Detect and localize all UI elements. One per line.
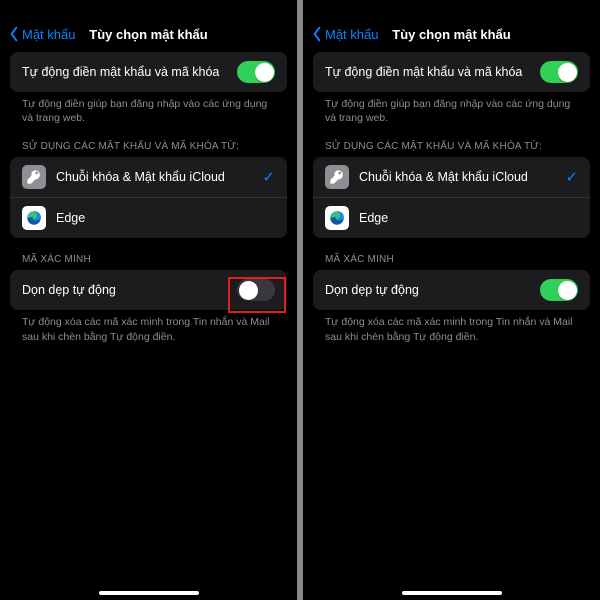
home-indicator (99, 591, 199, 595)
autofill-toggle-row[interactable]: Tự động điền mật khẩu và mã khóa (10, 52, 287, 92)
home-indicator (402, 591, 502, 595)
sources-header: SỬ DỤNG CÁC MẬT KHẨU VÀ MÃ KHÓA TỪ: (313, 125, 590, 157)
cleanup-footer: Tự động xóa các mã xác minh trong Tin nh… (313, 310, 590, 343)
autofill-label: Tự động điền mật khẩu và mã khóa (325, 65, 522, 79)
autofill-footer: Tự động điền giúp bạn đăng nhập vào các … (313, 92, 590, 125)
check-icon: ✓ (565, 168, 578, 186)
nav-bar: Mật khẩu Tùy chọn mật khẩu (0, 20, 297, 52)
keychain-icon (325, 165, 349, 189)
phone-right: Mật khẩu Tùy chọn mật khẩu Tự động điền … (303, 0, 600, 600)
check-icon: ✓ (262, 168, 275, 186)
verification-header: MÃ XÁC MINH (313, 238, 590, 270)
keychain-icon (22, 165, 46, 189)
cleanup-label: Dọn dẹp tự động (325, 283, 419, 297)
sources-group: Chuỗi khóa & Mật khẩu iCloud ✓ Edge (10, 157, 287, 238)
source-icloud-row[interactable]: Chuỗi khóa & Mật khẩu iCloud ✓ (10, 157, 287, 197)
status-bar (0, 0, 297, 20)
source-icloud-label: Chuỗi khóa & Mật khẩu iCloud (56, 170, 225, 184)
cleanup-toggle-row[interactable]: Dọn dẹp tự động (10, 270, 287, 310)
source-edge-row[interactable]: Edge (313, 197, 590, 238)
autofill-label: Tự động điền mật khẩu và mã khóa (22, 65, 219, 79)
source-icloud-label: Chuỗi khóa & Mật khẩu iCloud (359, 170, 528, 184)
back-button[interactable]: Mật khẩu (8, 26, 75, 42)
content-area: Tự động điền mật khẩu và mã khóa Tự động… (303, 52, 600, 344)
autofill-toggle[interactable] (540, 61, 578, 83)
content-area: Tự động điền mật khẩu và mã khóa Tự động… (0, 52, 297, 344)
source-edge-row[interactable]: Edge (10, 197, 287, 238)
verification-header: MÃ XÁC MINH (10, 238, 287, 270)
chevron-left-icon (311, 26, 323, 42)
back-label: Mật khẩu (22, 27, 75, 42)
autofill-footer: Tự động điền giúp bạn đăng nhập vào các … (10, 92, 287, 125)
status-bar (303, 0, 600, 20)
cleanup-label: Dọn dẹp tự động (22, 283, 116, 297)
sources-group: Chuỗi khóa & Mật khẩu iCloud ✓ Edge (313, 157, 590, 238)
back-button[interactable]: Mật khẩu (311, 26, 378, 42)
source-edge-label: Edge (359, 211, 388, 225)
chevron-left-icon (8, 26, 20, 42)
cleanup-toggle[interactable] (540, 279, 578, 301)
autofill-toggle[interactable] (237, 61, 275, 83)
back-label: Mật khẩu (325, 27, 378, 42)
cleanup-toggle[interactable] (237, 279, 275, 301)
sources-header: SỬ DỤNG CÁC MẬT KHẨU VÀ MÃ KHÓA TỪ: (10, 125, 287, 157)
edge-icon (22, 206, 46, 230)
source-icloud-row[interactable]: Chuỗi khóa & Mật khẩu iCloud ✓ (313, 157, 590, 197)
nav-bar: Mật khẩu Tùy chọn mật khẩu (303, 20, 600, 52)
source-edge-label: Edge (56, 211, 85, 225)
edge-icon (325, 206, 349, 230)
autofill-toggle-row[interactable]: Tự động điền mật khẩu và mã khóa (313, 52, 590, 92)
phone-left: Mật khẩu Tùy chọn mật khẩu Tự động điền … (0, 0, 297, 600)
cleanup-footer: Tự động xóa các mã xác minh trong Tin nh… (10, 310, 287, 343)
cleanup-toggle-row[interactable]: Dọn dẹp tự động (313, 270, 590, 310)
